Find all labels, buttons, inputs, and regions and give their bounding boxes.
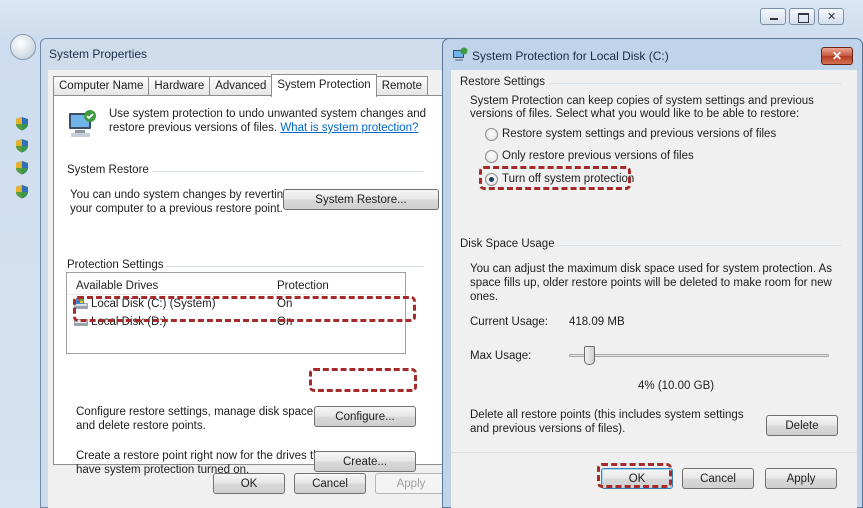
dialog-body: Restore Settings System Protection can k… xyxy=(451,70,857,508)
current-usage-value: 418.09 MB xyxy=(569,316,625,328)
disk-space-text-2: space fills up, older restore points wil… xyxy=(470,277,832,289)
radio-restore-settings-and-files[interactable]: Restore system settings and previous ver… xyxy=(485,127,785,143)
system-properties-dialog: System Properties Computer Name Hardware… xyxy=(40,38,460,508)
configure-text-2: and delete restore points. xyxy=(76,420,206,432)
group-divider xyxy=(152,171,424,172)
configure-text: Configure restore settings, manage disk … xyxy=(76,406,317,418)
radio-button[interactable] xyxy=(485,128,498,141)
create-button[interactable]: Create... xyxy=(314,451,416,472)
system-restore-button[interactable]: System Restore... xyxy=(283,189,439,210)
dialog-title: System Properties xyxy=(49,47,148,61)
create-text: Create a restore point right now for the… xyxy=(76,450,330,462)
shield-icon xyxy=(16,139,28,153)
system-restore-text-2: your computer to a previous restore poin… xyxy=(70,203,283,215)
tab-computer-name[interactable]: Computer Name xyxy=(53,76,150,96)
system-drive-icon xyxy=(74,298,88,309)
footer-divider xyxy=(451,452,857,453)
group-divider xyxy=(552,245,841,246)
slider-track[interactable] xyxy=(569,354,829,357)
radio-button[interactable] xyxy=(485,150,498,163)
restore-settings-text: System Protection can keep copies of sys… xyxy=(470,95,814,107)
drive-protection: On xyxy=(277,298,293,310)
window-caption-buttons xyxy=(760,8,844,25)
close-window-button[interactable] xyxy=(818,8,844,25)
delete-text-2: and previous versions of files). xyxy=(470,423,626,435)
tab-advanced[interactable]: Advanced xyxy=(209,76,273,96)
computer-shield-icon xyxy=(69,110,96,137)
tab-remote[interactable]: Remote xyxy=(375,76,428,96)
shield-icon xyxy=(16,117,28,131)
tab-system-protection[interactable]: System Protection xyxy=(271,74,377,97)
system-protection-dialog: System Protection for Local Disk (C:) ✕ … xyxy=(442,38,863,508)
system-restore-text: You can undo system changes by reverting xyxy=(70,189,290,201)
drive-row-c[interactable]: Local Disk (C:) (System) On xyxy=(69,297,403,313)
minimize-button[interactable] xyxy=(760,8,786,25)
ok-button[interactable]: OK xyxy=(213,473,285,494)
radio-label: Turn off system protection xyxy=(502,173,635,185)
system-protection-tab-pane: Use system protection to undo unwanted s… xyxy=(53,95,443,476)
radio-label: Only restore previous versions of files xyxy=(502,150,694,162)
restore-settings-text-2: versions of files. Select what you would… xyxy=(470,108,800,120)
group-divider xyxy=(549,83,841,84)
drive-protection: On xyxy=(277,316,293,328)
drive-row-d[interactable]: Local Disk (D:) On xyxy=(69,314,403,330)
tab-hardware[interactable]: Hardware xyxy=(148,76,211,96)
max-usage-label: Max Usage: xyxy=(470,350,532,362)
intro-text-2: restore previous versions of files. xyxy=(109,122,278,134)
radio-label: Restore system settings and previous ver… xyxy=(502,128,777,140)
protection-settings-heading: Protection Settings xyxy=(67,259,164,271)
drive-name: Local Disk (D:) xyxy=(91,316,167,328)
system-restore-heading: System Restore xyxy=(67,164,149,176)
group-divider xyxy=(166,266,424,267)
delete-text: Delete all restore points (this includes… xyxy=(470,409,744,421)
restore-settings-heading: Restore Settings xyxy=(460,76,546,88)
back-arrow-icon[interactable] xyxy=(10,34,36,60)
delete-button[interactable]: Delete xyxy=(766,415,838,436)
column-header-protection[interactable]: Protection xyxy=(277,280,329,292)
radio-button[interactable] xyxy=(485,173,498,186)
max-usage-value: 4% (10.00 GB) xyxy=(638,380,715,392)
dialog-title: System Protection for Local Disk (C:) xyxy=(472,49,669,63)
radio-only-previous-files[interactable]: Only restore previous versions of files xyxy=(485,149,785,165)
drive-icon xyxy=(74,319,88,326)
current-usage-label: Current Usage: xyxy=(470,316,548,328)
column-header-drives[interactable]: Available Drives xyxy=(76,280,158,292)
radio-turn-off-protection[interactable]: Turn off system protection xyxy=(485,172,785,188)
configure-button[interactable]: Configure... xyxy=(314,406,416,427)
intro-text: Use system protection to undo unwanted s… xyxy=(109,108,427,120)
shield-icon xyxy=(16,161,28,175)
maximize-button[interactable] xyxy=(789,8,815,25)
computer-shield-icon xyxy=(453,47,468,61)
cancel-button[interactable]: Cancel xyxy=(294,473,366,494)
disk-space-text: You can adjust the maximum disk space us… xyxy=(470,263,833,275)
cancel-button[interactable]: Cancel xyxy=(682,468,754,489)
what-is-system-protection-link[interactable]: What is system protection? xyxy=(280,122,418,134)
max-usage-slider[interactable] xyxy=(569,344,829,368)
ok-button[interactable]: OK xyxy=(601,468,673,489)
slider-thumb[interactable] xyxy=(584,346,595,365)
apply-button[interactable]: Apply xyxy=(765,468,837,489)
apply-button[interactable]: Apply xyxy=(375,473,447,494)
tab-strip: Computer Name Hardware Advanced System P… xyxy=(53,74,428,97)
intro-text-line2: restore previous versions of files. What… xyxy=(109,122,418,134)
dialog-body: Computer Name Hardware Advanced System P… xyxy=(48,70,448,508)
close-icon[interactable]: ✕ xyxy=(821,47,853,65)
disk-space-heading: Disk Space Usage xyxy=(460,238,555,250)
drives-list: Available Drives Protection Local Disk (… xyxy=(66,272,406,354)
drive-name: Local Disk (C:) (System) xyxy=(91,298,216,310)
disk-space-text-3: ones. xyxy=(470,291,499,303)
shield-icon xyxy=(16,185,28,199)
header-divider xyxy=(68,294,404,295)
